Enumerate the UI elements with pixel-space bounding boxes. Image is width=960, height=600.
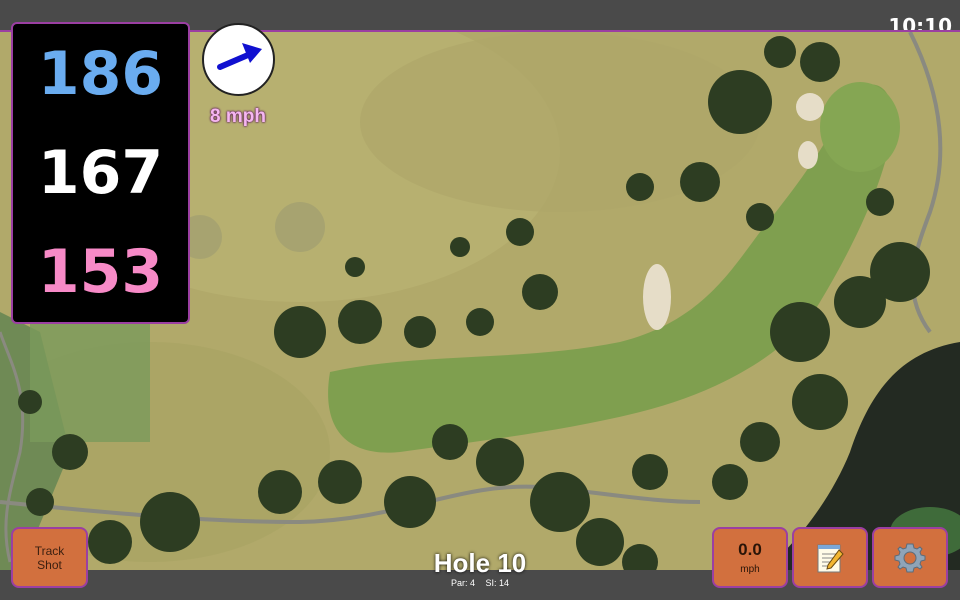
settings-button[interactable] [872,527,948,588]
wind-dial [202,23,275,96]
hole-details: Par: 4 SI: 14 [400,578,560,588]
track-shot-button[interactable]: Track Shot [11,527,88,588]
speed-unit: mph [740,564,760,575]
track-shot-label-line2: Shot [37,557,62,572]
wind-speed: 8 mph [210,106,266,127]
hole-par: Par: 4 [450,578,475,588]
back-distance: 186 [37,38,164,109]
speed-button[interactable]: 0.0 mph [712,527,788,588]
gear-icon [894,543,926,572]
notes-button[interactable] [792,527,868,588]
hole-title: Hole 10 [433,548,527,578]
middle-distance: 167 [37,137,164,208]
hole-info: Hole 10 Par: 4 SI: 14 [400,548,560,588]
notepad-icon [817,544,844,572]
distance-panel: 186 167 153 [11,22,190,324]
track-shot-label-line1: Track [34,543,65,558]
wind-arrow-icon [217,43,262,70]
speed-value: 0.0 [738,540,762,559]
hole-stroke-index: SI: 14 [485,578,510,588]
front-distance: 153 [37,237,164,308]
